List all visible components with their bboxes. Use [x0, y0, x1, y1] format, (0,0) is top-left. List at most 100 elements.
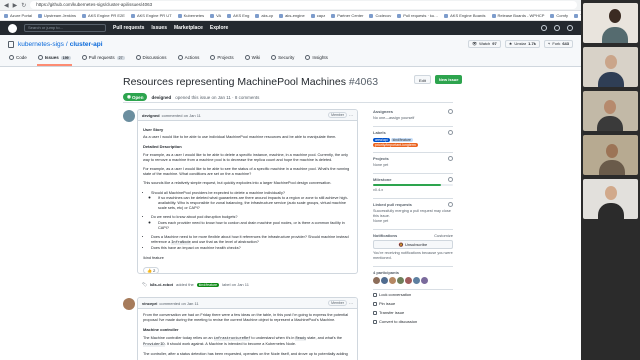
- bookmark-item[interactable]: Kubernetes: [177, 13, 204, 18]
- event-actor-link[interactable]: k8s-ci-robot: [150, 282, 173, 287]
- unstar-button[interactable]: ★ Unstar 1.7k: [504, 40, 540, 48]
- bookmark-item[interactable]: Upstream Jenkins: [38, 13, 76, 18]
- gear-icon[interactable]: [448, 202, 453, 207]
- action-pin-issue[interactable]: Pin issue: [373, 299, 453, 308]
- bookmark-icon: [444, 13, 449, 18]
- tab-pull-requests[interactable]: Pull requests 27: [81, 52, 126, 66]
- more-options-icon[interactable]: ···: [349, 113, 353, 118]
- gear-icon[interactable]: [448, 156, 453, 161]
- list-item: Does this have an impact on machine heal…: [151, 246, 352, 251]
- gear-icon[interactable]: [448, 109, 453, 114]
- gear-icon[interactable]: [448, 177, 453, 182]
- back-icon[interactable]: ◀: [4, 2, 9, 9]
- notifications-section: Notifications Customize 🔕 Unsubscribe You…: [373, 230, 453, 267]
- nav-explore[interactable]: Explore: [210, 25, 228, 31]
- participant-avatar[interactable]: [421, 277, 428, 284]
- participant-avatar[interactable]: [405, 277, 412, 284]
- bookmark-item[interactable]: AKS Engine Boards: [444, 13, 486, 18]
- participant-video[interactable]: [583, 47, 638, 87]
- tab-issues[interactable]: Issues 199: [36, 52, 72, 66]
- participant-avatar[interactable]: [373, 277, 380, 284]
- repo-actions: 👁 Watch 97 ★ Unstar 1.7k ⑂ Fork 643: [468, 40, 573, 48]
- avatar[interactable]: [123, 298, 135, 310]
- bookmark-item[interactable]: Pull requests · ku…: [397, 13, 438, 18]
- nav-issues[interactable]: Issues: [151, 25, 167, 31]
- tab-count-badge: 27: [116, 55, 125, 60]
- unsubscribe-button[interactable]: 🔕 Unsubscribe: [373, 240, 453, 249]
- tab-actions[interactable]: Actions: [177, 52, 201, 66]
- milestone-section[interactable]: Milestone v0.4.x: [373, 174, 453, 199]
- projects-section[interactable]: Projects None yet: [373, 153, 453, 174]
- plus-icon[interactable]: [554, 25, 560, 31]
- address-input[interactable]: https://github.com/kubernetes-sigs/clust…: [30, 1, 577, 9]
- github-logo-icon[interactable]: [8, 23, 17, 33]
- repo-owner-link[interactable]: kubernetes-sigs: [18, 41, 64, 48]
- bookmark-item[interactable]: AKS Eng: [227, 13, 249, 18]
- forward-icon[interactable]: ▶: [13, 2, 18, 9]
- edit-button[interactable]: Edit: [414, 75, 431, 84]
- bookmark-icon: [177, 13, 182, 18]
- nav-marketplace[interactable]: Marketplace: [174, 25, 203, 31]
- event-label[interactable]: kind/feature: [196, 282, 220, 287]
- bookmark-item[interactable]: Codecov: [369, 13, 391, 18]
- participant-avatar[interactable]: [413, 277, 420, 284]
- new-issue-button[interactable]: New issue: [434, 75, 463, 84]
- bookmark-item[interactable]: VA: [210, 13, 221, 18]
- bookmark-item[interactable]: The Kubebuilder…: [573, 13, 581, 18]
- participant-video[interactable]: [583, 135, 638, 175]
- tab-code[interactable]: Code: [8, 52, 28, 66]
- participant-avatar[interactable]: [389, 277, 396, 284]
- label-tag[interactable]: area/api: [373, 138, 390, 142]
- bookmark-item[interactable]: capz: [310, 13, 325, 18]
- comment-author-link[interactable]: vincepri: [142, 301, 157, 306]
- divider: [123, 102, 453, 103]
- participant-avatar[interactable]: [397, 277, 404, 284]
- labels-section[interactable]: Labels area/api kind/featurepriority/impo…: [373, 127, 453, 153]
- search-input[interactable]: Search or jump to...: [24, 24, 106, 32]
- avatar[interactable]: [123, 110, 135, 122]
- action-transfer-issue[interactable]: Transfer issue: [373, 308, 453, 317]
- participant-video[interactable]: [583, 179, 638, 219]
- participant-video[interactable]: [583, 3, 638, 43]
- reload-icon[interactable]: ↻: [21, 2, 26, 9]
- issue-author-link[interactable]: devigned: [151, 95, 171, 100]
- repo-name-link[interactable]: cluster-api: [70, 41, 103, 48]
- bell-icon[interactable]: [541, 25, 547, 31]
- bookmark-item[interactable]: AKS Engine PR E2E: [82, 13, 125, 18]
- tab-wiki[interactable]: Wiki: [244, 52, 262, 66]
- reaction-thumbs-up[interactable]: 👍 2: [143, 266, 160, 273]
- bookmark-item[interactable]: AKS Engine PR UT: [130, 13, 172, 18]
- fork-button[interactable]: ⑂ Fork 643: [543, 40, 573, 48]
- bookmark-item[interactable]: aks-cp: [255, 13, 273, 18]
- bookmark-item[interactable]: Comfy: [550, 13, 568, 18]
- assignees-section[interactable]: Assignees No one—assign yourself: [373, 106, 453, 127]
- customize-link[interactable]: Customize: [434, 233, 453, 238]
- user-avatar-icon[interactable]: [567, 25, 573, 31]
- kind-command: /kind feature: [143, 255, 164, 260]
- more-options-icon[interactable]: ···: [349, 301, 353, 306]
- bookmark-icon: [550, 13, 555, 18]
- gear-icon[interactable]: [448, 130, 453, 135]
- milestone-link[interactable]: v0.4.x: [373, 188, 453, 193]
- label-tag[interactable]: priority/important-longterm: [373, 143, 418, 147]
- bookmark-item[interactable]: Azure Portal: [4, 13, 32, 18]
- tab-projects[interactable]: Projects: [209, 52, 234, 66]
- github-header: Search or jump to... Pull requests Issue…: [0, 21, 581, 35]
- comment-author-link[interactable]: devigned: [142, 113, 160, 118]
- bookmark-icon: [4, 13, 8, 18]
- watch-button[interactable]: 👁 Watch 97: [468, 40, 501, 48]
- bookmarks-bar: Azure Portal Upstream Jenkins AKS Engine P…: [0, 11, 581, 21]
- nav-pull-requests[interactable]: Pull requests: [113, 25, 144, 31]
- tab-security[interactable]: Security: [270, 52, 295, 66]
- bookmark-item[interactable]: Partner Center: [331, 13, 363, 18]
- bookmark-item[interactable]: aks-engine: [279, 13, 305, 18]
- action-lock-conversation[interactable]: Lock conversation: [373, 290, 453, 299]
- tab-discussions[interactable]: Discussions: [135, 52, 168, 66]
- participant-video[interactable]: [583, 91, 638, 131]
- bookmark-icon: [38, 13, 43, 18]
- action-convert-to-discussion[interactable]: Convert to discussion: [373, 317, 453, 326]
- bookmark-item[interactable]: Release Boards - WPHCP: [491, 13, 544, 18]
- tab-insights[interactable]: Insights: [304, 52, 329, 66]
- participant-avatar[interactable]: [381, 277, 388, 284]
- label-tag[interactable]: kind/feature: [390, 138, 413, 142]
